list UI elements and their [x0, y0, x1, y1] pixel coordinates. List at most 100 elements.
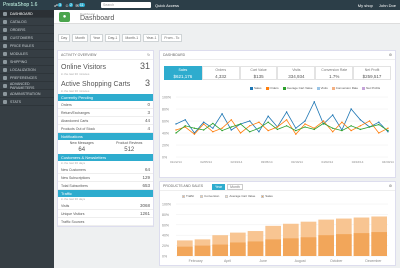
sidebar-item-customers[interactable]: CUSTOMERS [0, 34, 54, 42]
list-item[interactable]: Products Out of Stock 4 [58, 125, 153, 133]
x-tick-label: December [365, 259, 382, 263]
list-item[interactable]: New Customers 64 [58, 166, 153, 174]
legend-item[interactable]: Average Cart Value [282, 86, 313, 90]
filter-button[interactable]: Month [72, 34, 88, 42]
row-value: 44 [144, 118, 150, 123]
employee-name[interactable]: John Doe [379, 3, 396, 8]
cart-icon[interactable]: ☍ 3 [54, 2, 63, 8]
legend-item[interactable]: Traffic [182, 194, 194, 198]
list-item[interactable]: New Subscriptions 129 [58, 174, 153, 182]
data-point [359, 119, 362, 121]
sidebar-item-localization[interactable]: LOCALIZATION [0, 66, 54, 74]
kpi-tile[interactable]: Conversion Rate 1.7% [315, 66, 354, 80]
y-tick-label: 20% [162, 144, 169, 148]
filter-button[interactable]: Year-1 [143, 34, 160, 42]
list-item[interactable]: Unique Visitors 1261 [58, 210, 153, 218]
filter-button[interactable]: Day [58, 34, 71, 42]
customers-badge: 2 [69, 3, 74, 7]
sidebar-item-modules[interactable]: MODULES [0, 50, 54, 58]
sidebar-item-price-rules[interactable]: PRICE RULES [0, 42, 54, 50]
data-point [212, 131, 214, 133]
data-point [202, 123, 205, 125]
legend-item[interactable]: Conversion Rate [331, 86, 358, 90]
row-value: 3068 [139, 203, 150, 208]
list-item[interactable]: Abandoned Carts 44 [58, 117, 153, 125]
new-messages-value: 64 [78, 147, 86, 153]
list-item[interactable]: Orders 0 [58, 101, 153, 109]
sidebar-icon [3, 83, 7, 88]
bar-legend: Traffic Conversion Average Cart Value Sales [182, 194, 273, 198]
sidebar-item-advanced-parameters[interactable]: ADVANCED PARAMETERS [0, 82, 54, 90]
data-point [175, 129, 177, 131]
bar-chart: 100% 80% 60% 40% 20% 0% February April June Augus… [162, 203, 388, 263]
user-icon[interactable]: ☺ 2 [65, 2, 74, 8]
brand-logo[interactable]: PrestaShop 1.6 [0, 2, 54, 8]
legend-item[interactable]: Average Cart Value [225, 194, 255, 198]
row-label: New Customers [61, 167, 86, 172]
kpi-tile[interactable]: Visits 334,934 [277, 66, 316, 80]
kpi-tile[interactable]: Net Profit $259,517 [353, 66, 391, 80]
filter-button[interactable]: Month-1 [122, 34, 142, 42]
data-point [295, 127, 297, 129]
products-sales-title: PRODUCTS AND SALES [163, 184, 204, 188]
list-item[interactable]: Visits 3068 [58, 202, 153, 210]
sidebar-icon [3, 35, 7, 40]
tab-year[interactable]: Year [212, 184, 226, 190]
sidebar-item-shipping[interactable]: SHIPPING [0, 58, 54, 66]
bar [177, 246, 193, 256]
sidebar-item-stats[interactable]: STATS [0, 98, 54, 106]
search-input[interactable]: Search [101, 2, 151, 8]
message-icon[interactable]: ✉ 11 [76, 2, 85, 8]
kpi-tile[interactable]: Sales $621,176 [164, 66, 202, 80]
data-point [221, 113, 223, 115]
data-point [239, 132, 242, 134]
legend-swatch [250, 86, 253, 90]
x-tick-label: October [330, 259, 343, 263]
quick-access[interactable]: Quick Access [155, 3, 179, 8]
data-point [202, 121, 205, 123]
legend-item[interactable]: Sales [261, 194, 273, 198]
sidebar-item-dashboard[interactable]: DASHBOARD [0, 10, 54, 18]
x-tick-label: 04/16/14 [352, 160, 364, 164]
data-point [331, 114, 334, 116]
gear-icon[interactable]: ⚙ [389, 184, 392, 188]
legend-item[interactable]: Net Profits [362, 86, 380, 90]
tab-month[interactable]: Month [227, 184, 243, 190]
legend-item[interactable]: Sales [250, 86, 262, 90]
sidebar-item-catalog[interactable]: CATALOG [0, 18, 54, 26]
legend-item[interactable]: Visits [316, 86, 328, 90]
data-point [387, 131, 389, 133]
bar [371, 232, 387, 256]
settings-icon[interactable]: ⚙ [389, 53, 392, 57]
view-shop-link[interactable]: My shop [358, 3, 373, 8]
x-tick-label: 04/02/14 [321, 160, 333, 164]
sidebar-item-label: DASHBOARD [10, 11, 33, 16]
y-tick-label: 100% [162, 96, 171, 100]
legend-swatch [200, 194, 204, 198]
sidebar-icon [3, 43, 7, 48]
kpi-strip: Sales $621,176 Orders 4,332 Cart Value $135 Vi… [164, 66, 391, 80]
data-point [378, 123, 380, 126]
sidebar-icon [3, 27, 7, 32]
x-tick-label: February [189, 259, 203, 263]
bar [230, 242, 246, 256]
list-item[interactable]: Traffic Sources [58, 218, 153, 226]
filter-button[interactable]: Day-1 [105, 34, 121, 42]
list-item[interactable]: Total Subscribers 653 [58, 182, 153, 190]
filter-button[interactable]: Year [89, 34, 104, 42]
sidebar-item-orders[interactable]: ORDERS [0, 26, 54, 34]
kpi-tile[interactable]: Cart Value $135 [239, 66, 278, 80]
legend-item[interactable]: Conversion [200, 194, 219, 198]
kpi-tile[interactable]: Orders 4,332 [201, 66, 240, 80]
y-tick-label: 80% [162, 108, 169, 112]
list-item[interactable]: Return/Exchanges 3 [58, 109, 153, 117]
refresh-icon[interactable]: ↻ [147, 53, 150, 57]
filter-button[interactable]: From - To [161, 34, 183, 42]
data-point [221, 127, 223, 129]
legend-item[interactable]: Orders [265, 86, 279, 90]
sidebar-item-label: LOCALIZATION [10, 67, 36, 72]
online-label: Online Visitors [61, 64, 107, 71]
y-tick-label: 80% [162, 213, 169, 217]
data-point [184, 125, 186, 127]
sidebar-item-administration[interactable]: ADMINISTRATION [0, 90, 54, 98]
